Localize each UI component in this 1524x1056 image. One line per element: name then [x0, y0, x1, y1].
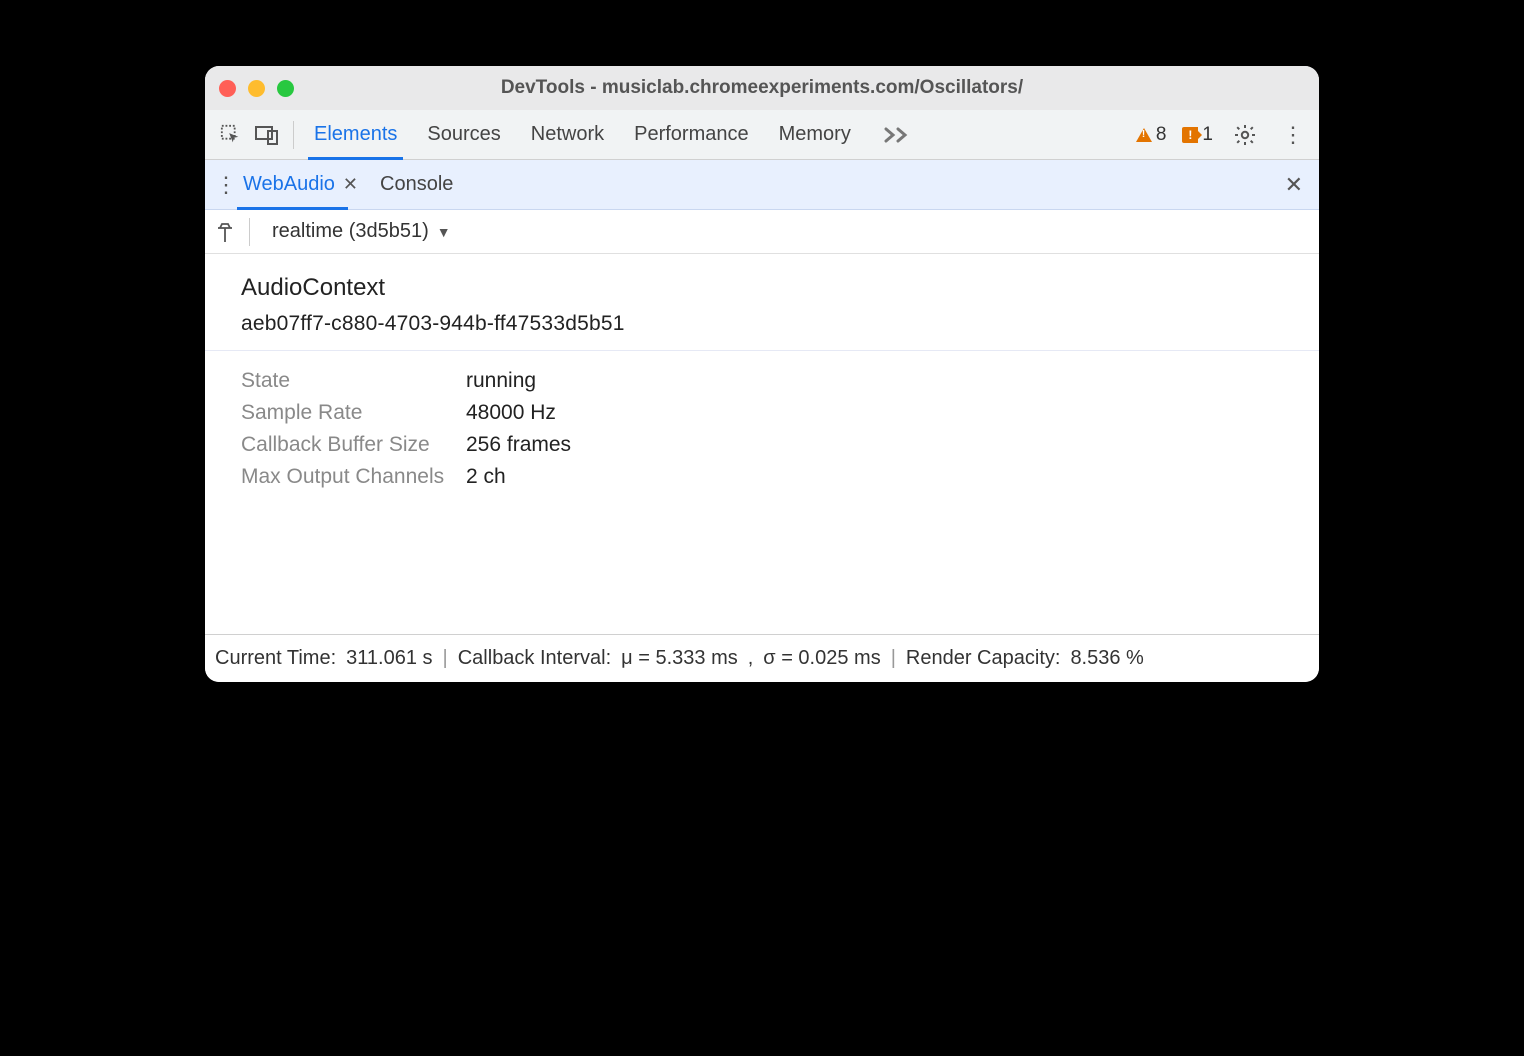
prop-value: running [466, 369, 1283, 393]
devtools-window: DevTools - musiclab.chromeexperiments.co… [205, 66, 1319, 682]
current-time-value: 311.061 s [346, 647, 432, 670]
traffic-lights [219, 80, 294, 97]
issues-badge[interactable]: ! 1 [1182, 124, 1213, 146]
drawer-tab-webaudio-label: WebAudio [243, 173, 335, 196]
tab-memory[interactable]: Memory [779, 110, 851, 159]
render-capacity-label: Render Capacity: [906, 647, 1061, 670]
device-toolbar-icon[interactable] [251, 119, 283, 151]
main-toolbar: Elements Sources Network Performance Mem… [205, 110, 1319, 160]
prop-value: 256 frames [466, 433, 1283, 457]
more-tabs-icon[interactable] [881, 119, 913, 151]
status-bar: Current Time: 311.061 s | Callback Inter… [205, 634, 1319, 682]
prop-value: 48000 Hz [466, 401, 1283, 425]
chevron-down-icon: ▼ [437, 224, 451, 240]
tab-elements[interactable]: Elements [314, 110, 397, 159]
render-capacity-value: 8.536 % [1070, 647, 1143, 670]
prop-key: Sample Rate [241, 401, 466, 425]
close-window-button[interactable] [219, 80, 236, 97]
inspect-element-icon[interactable] [215, 119, 247, 151]
current-time-label: Current Time: [215, 647, 336, 670]
prop-key: Max Output Channels [241, 465, 466, 489]
separator [249, 218, 250, 246]
callback-interval-mu: μ = 5.333 ms [621, 647, 738, 670]
context-properties: State running Sample Rate 48000 Hz Callb… [241, 369, 1283, 489]
prop-key: Callback Buffer Size [241, 433, 466, 457]
main-tabs: Elements Sources Network Performance Mem… [304, 110, 1132, 159]
minimize-window-button[interactable] [248, 80, 265, 97]
issue-icon: ! [1182, 127, 1198, 143]
warnings-badge[interactable]: 8 [1136, 124, 1167, 146]
callback-interval-label: Callback Interval: [458, 647, 611, 670]
webaudio-panel: AudioContext aeb07ff7-c880-4703-944b-ff4… [205, 254, 1319, 634]
prop-value: 2 ch [466, 465, 1283, 489]
issue-count: 1 [1202, 124, 1213, 146]
context-heading: AudioContext [241, 274, 1283, 302]
prop-key: State [241, 369, 466, 393]
context-selector-row: realtime (3d5b51) ▼ [205, 210, 1319, 254]
separator: | [891, 647, 896, 670]
kebab-menu-icon[interactable]: ⋮ [1277, 119, 1309, 151]
divider [205, 350, 1319, 351]
warning-icon [1136, 128, 1152, 142]
drawer-tab-webaudio[interactable]: WebAudio ✕ [243, 160, 358, 209]
settings-icon[interactable] [1229, 119, 1261, 151]
window-titlebar: DevTools - musiclab.chromeexperiments.co… [205, 66, 1319, 110]
toolbar-right: 8 ! 1 ⋮ [1136, 119, 1309, 151]
close-drawer-icon[interactable]: ✕ [1279, 172, 1309, 198]
separator: | [443, 647, 448, 670]
window-title: DevTools - musiclab.chromeexperiments.co… [205, 77, 1319, 99]
context-id: aeb07ff7-c880-4703-944b-ff47533d5b51 [241, 312, 1283, 336]
maximize-window-button[interactable] [277, 80, 294, 97]
close-tab-icon[interactable]: ✕ [343, 174, 358, 195]
callback-interval-sigma: σ = 0.025 ms [763, 647, 880, 670]
separator [293, 121, 294, 149]
tab-performance[interactable]: Performance [634, 110, 749, 159]
drawer-kebab-icon[interactable]: ⋮ [215, 172, 237, 198]
tab-network[interactable]: Network [531, 110, 604, 159]
drawer-tab-console[interactable]: Console [380, 160, 453, 209]
drawer-tabs: ⋮ WebAudio ✕ Console ✕ [205, 160, 1319, 210]
context-dropdown[interactable]: realtime (3d5b51) ▼ [264, 218, 459, 245]
garbage-collect-icon[interactable] [215, 221, 235, 243]
warning-count: 8 [1156, 124, 1167, 146]
context-dropdown-label: realtime (3d5b51) [272, 220, 429, 243]
tab-sources[interactable]: Sources [427, 110, 500, 159]
